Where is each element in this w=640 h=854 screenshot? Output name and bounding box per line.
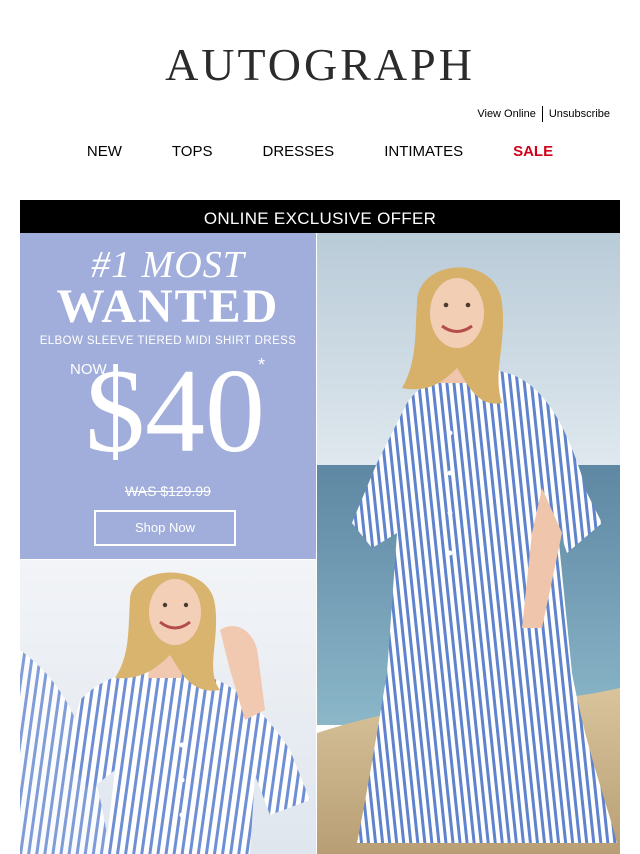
nav-item-sale[interactable]: SALE [488, 143, 578, 160]
offer-banner: ONLINE EXCLUSIVE OFFER [20, 200, 620, 233]
brand-logo[interactable]: AUTOGRAPH [0, 40, 640, 90]
model-closeup-photo[interactable] [20, 560, 316, 854]
main-nav: NEW TOPS DRESSES INTIMATES SALE [0, 143, 640, 160]
utility-links: View Online Unsubscribe [477, 106, 610, 122]
shop-now-button[interactable]: Shop Now [94, 510, 236, 546]
unsubscribe-link[interactable]: Unsubscribe [549, 108, 610, 120]
headline-main: WANTED [56, 280, 280, 333]
nav-item-new[interactable]: NEW [62, 143, 147, 160]
nav-item-intimates[interactable]: INTIMATES [359, 143, 488, 160]
utility-divider [541, 106, 543, 122]
view-online-link[interactable]: View Online [477, 108, 536, 120]
model-closeup-illustration [20, 560, 316, 854]
nav-item-dresses[interactable]: DRESSES [237, 143, 359, 160]
now-label: NOW [70, 361, 107, 378]
was-price: WAS $129.99 [125, 483, 211, 499]
nav-item-tops[interactable]: TOPS [147, 143, 238, 160]
model-fullbody-illustration [317, 233, 620, 854]
model-fullbody-photo[interactable] [317, 233, 620, 854]
promo-panel: #1 MOST WANTED ELBOW SLEEVE TIERED MIDI … [20, 233, 316, 559]
price-asterisk: * [258, 355, 266, 375]
